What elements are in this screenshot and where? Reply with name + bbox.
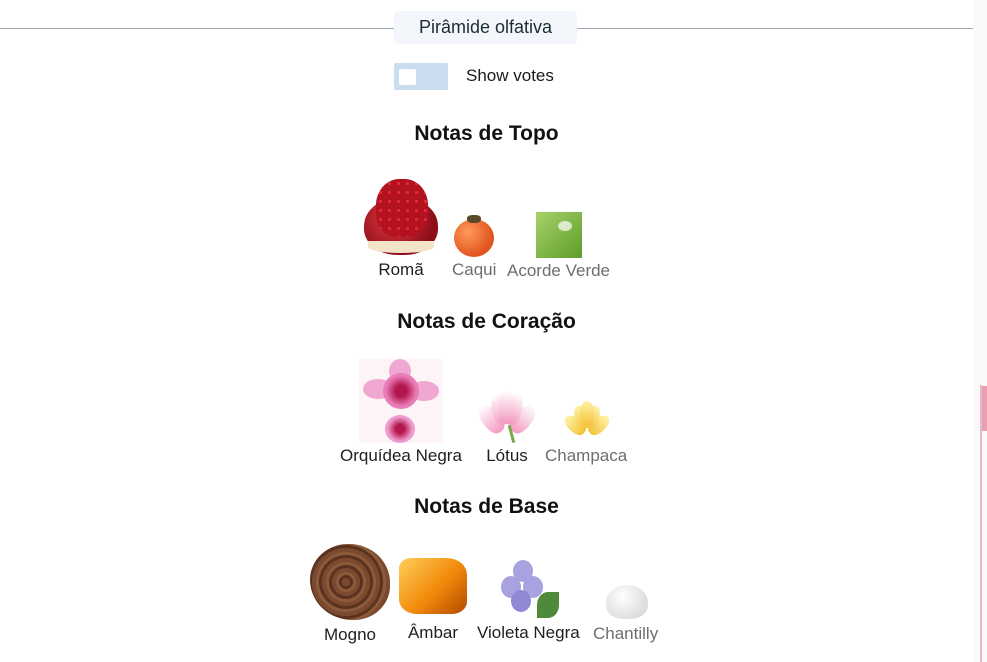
base-notes-heading: Notas de Base [414,495,559,518]
top-notes-heading: Notas de Topo [414,122,559,145]
green-accord-icon [535,212,582,258]
mahogany-icon [310,542,390,622]
toggle-knob[interactable] [399,69,416,85]
note-label: Acorde Verde [507,261,611,280]
heart-notes-heading: Notas de Coração [397,310,576,333]
chantilly-icon [602,577,650,621]
note-orquidea-negra[interactable]: Orquídea Negra [340,359,462,466]
show-votes-toggle[interactable] [394,63,448,90]
note-violeta-negra[interactable]: Violeta Negra [477,558,580,643]
note-label: Chantilly [593,624,659,643]
champaca-icon [562,399,611,443]
amber-icon [397,552,469,620]
orchid-icon [358,359,443,443]
persimmon-icon [453,213,495,257]
section-title: Pirâmide olfativa [394,11,577,44]
note-ambar[interactable]: Âmbar [397,552,469,643]
note-lotus[interactable]: Lótus [476,389,538,466]
pomegranate-icon [360,171,442,257]
note-champaca[interactable]: Champaca [545,399,627,466]
note-caqui[interactable]: Caqui [452,213,496,280]
note-label: Caqui [452,260,497,279]
note-label: Orquídea Negra [340,446,462,465]
lotus-icon [476,389,538,443]
note-label: Champaca [545,446,628,465]
note-chantilly[interactable]: Chantilly [593,577,658,644]
note-label: Mogno [324,625,376,644]
note-label: Violeta Negra [477,623,580,642]
scrollbar-thumb[interactable] [982,386,987,431]
note-label: Âmbar [407,623,459,642]
note-roma[interactable]: Romã [360,171,442,280]
olfactory-pyramid: Pirâmide olfativa Show votes Notas de To… [0,0,973,662]
violet-icon [497,558,560,620]
show-votes-label: Show votes [466,66,554,85]
note-mogno[interactable]: Mogno [310,542,390,645]
note-acorde-verde[interactable]: Acorde Verde [507,212,610,281]
note-label: Lótus [486,446,528,465]
note-label: Romã [378,260,424,279]
